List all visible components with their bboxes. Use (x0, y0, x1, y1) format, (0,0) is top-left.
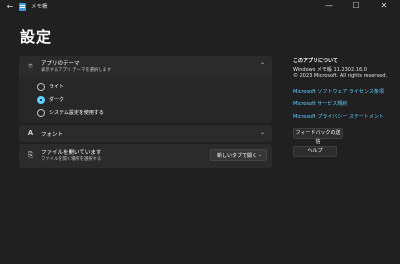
dropdown-value: 新しいタブで開く (217, 153, 258, 159)
radio-label-light: ライト (49, 84, 65, 90)
font-icon: A (27, 129, 34, 137)
radio-label-dark: ダーク (49, 97, 65, 103)
theme-setting-header[interactable]: ⌾ アプリのテーマ 表示するアプリ テーマを選択します ⌃ (19, 56, 272, 78)
back-arrow-icon[interactable]: ← (5, 1, 15, 13)
privacy-statement-link[interactable]: Microsoft プライバシー ステートメント (293, 113, 384, 120)
font-title: フォント (41, 132, 64, 138)
open-location-dropdown[interactable]: 新しいタブで開く ⌄ (210, 149, 267, 161)
license-terms-link[interactable]: Microsoft ソフトウェア ライセンス条項 (293, 88, 384, 95)
radio-label-system: システム設定を使用する (49, 110, 104, 116)
radio-button-selected[interactable] (37, 96, 45, 104)
file-open-title: ファイルを開いています (41, 150, 102, 156)
minimize-button[interactable]: — (318, 0, 340, 14)
window-title: メモ帳 (31, 4, 48, 10)
chevron-up-icon[interactable]: ⌃ (260, 62, 265, 69)
chevron-down-icon: ⌄ (257, 152, 262, 158)
palette-icon: ⌾ (28, 62, 33, 70)
close-button[interactable]: ✕ (373, 0, 395, 14)
page-title: 設定 (20, 28, 53, 46)
help-button[interactable]: ヘルプ (293, 146, 337, 157)
version-text: Windows メモ帳 11.2302.16.0 (293, 67, 367, 73)
file-open-setting-card: ⎘ ファイルを開いています ファイルを開く場所を選択する 新しいタブで開く ⌄ (19, 144, 272, 168)
title-bar: ← メモ帳 — ☐ ✕ (0, 0, 400, 14)
send-feedback-button[interactable]: フィードバックの送信 (293, 128, 343, 145)
about-heading: このアプリについて (293, 58, 338, 64)
chevron-down-icon[interactable]: ⌄ (260, 129, 265, 136)
maximize-button[interactable]: ☐ (345, 0, 367, 14)
radio-button[interactable] (37, 83, 45, 91)
open-file-icon: ⎘ (27, 151, 34, 159)
theme-title: アプリのテーマ (41, 61, 80, 67)
font-setting-card[interactable]: A フォント ⌄ (19, 125, 272, 142)
file-open-subtitle: ファイルを開く場所を選択する (41, 157, 102, 162)
radio-button[interactable] (37, 109, 45, 117)
theme-options-panel: ライト ダーク システム設定を使用する (19, 78, 272, 123)
theme-subtitle: 表示するアプリ テーマを選択します (41, 68, 112, 73)
notepad-app-icon (19, 3, 26, 11)
copyright-text: © 2023 Microsoft. All rights reserved. (293, 73, 388, 79)
services-agreement-link[interactable]: Microsoft サービス規約 (293, 100, 347, 107)
